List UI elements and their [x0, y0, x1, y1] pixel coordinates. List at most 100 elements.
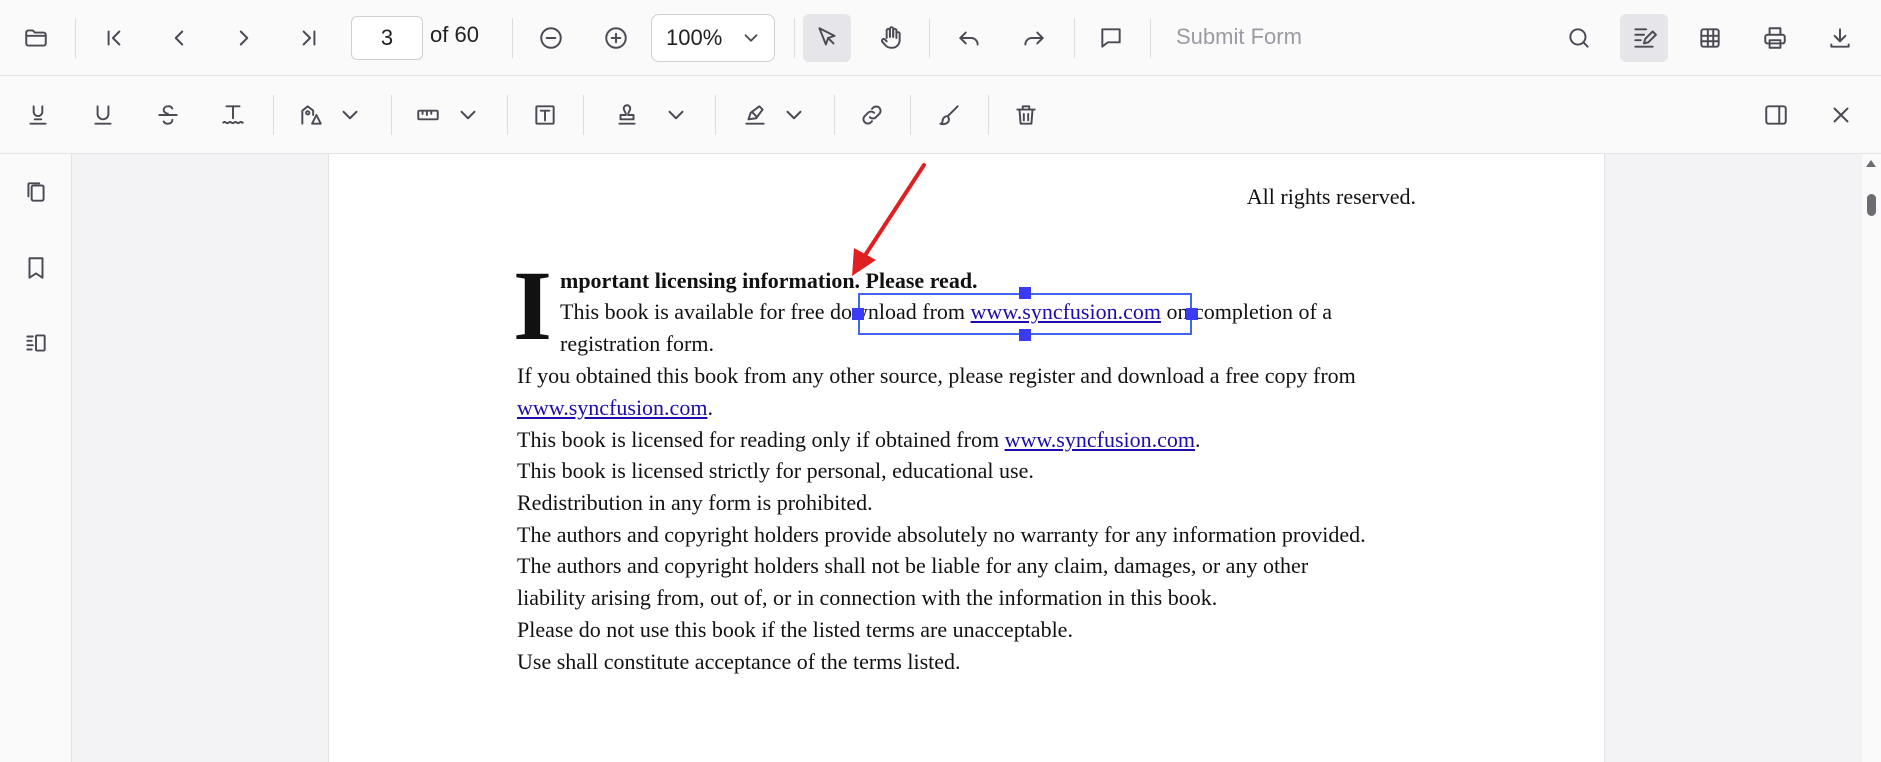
- redo-button[interactable]: [1010, 14, 1058, 62]
- zoom-out-button[interactable]: [527, 14, 575, 62]
- pdf-page[interactable]: All rights reserved. I mportant licensin…: [328, 154, 1605, 762]
- page-count-label: of 60: [430, 22, 479, 47]
- last-page-button[interactable]: [285, 14, 333, 62]
- pan-tool-button[interactable]: [867, 14, 915, 62]
- chevron-down-icon: [740, 27, 762, 55]
- first-page-button[interactable]: [90, 14, 138, 62]
- measure-tool-button[interactable]: [404, 91, 452, 139]
- panel-icon: [1765, 104, 1787, 125]
- resize-handle-bottom[interactable]: [1019, 329, 1031, 341]
- zoom-out-icon: [540, 26, 562, 49]
- separator: [794, 17, 795, 58]
- ink-button[interactable]: [925, 91, 973, 139]
- organize-pages-icon: [26, 334, 46, 352]
- undo-button[interactable]: [945, 14, 993, 62]
- paragraph-line: If you obtained this book from any other…: [517, 363, 1356, 388]
- delete-button[interactable]: [1002, 91, 1050, 139]
- drop-cap: I: [513, 250, 552, 361]
- squiggly-button[interactable]: [209, 91, 257, 139]
- free-text-button[interactable]: [521, 91, 569, 139]
- navigation-sidebar: [0, 154, 72, 762]
- squiggly-icon: [222, 104, 244, 124]
- paragraph-line: registration form.: [560, 331, 714, 356]
- bookmarks-button[interactable]: [12, 244, 60, 292]
- syncfusion-link[interactable]: www.syncfusion.com: [1005, 427, 1195, 452]
- ruler-icon: [417, 109, 439, 120]
- signature-dropdown[interactable]: [772, 91, 816, 139]
- chevron-down-icon: [342, 110, 358, 119]
- close-icon: [1833, 107, 1849, 122]
- search-button[interactable]: [1555, 14, 1603, 62]
- separator: [834, 94, 835, 135]
- brush-icon: [939, 104, 959, 125]
- annotation-icon: [1634, 27, 1657, 48]
- paragraph-line: www.syncfusion.com.: [517, 395, 713, 421]
- trash-icon: [1016, 104, 1036, 125]
- folder-icon: [25, 28, 47, 47]
- scrollbar-thumb[interactable]: [1867, 194, 1876, 216]
- stamp-dropdown[interactable]: [654, 91, 698, 139]
- previous-page-icon: [174, 30, 184, 45]
- page-thumbnails-button[interactable]: [12, 168, 60, 216]
- first-page-icon: [107, 30, 121, 45]
- comment-icon: [1101, 27, 1121, 48]
- organize-pages-button[interactable]: [12, 319, 60, 367]
- stamp-icon: [618, 103, 636, 125]
- strikethrough-button[interactable]: [144, 91, 192, 139]
- annotation-toolbar: [0, 76, 1881, 154]
- open-file-button[interactable]: [12, 14, 60, 62]
- separator: [273, 94, 274, 135]
- separator: [75, 17, 76, 58]
- resize-handle-top[interactable]: [1019, 287, 1031, 299]
- separator: [583, 94, 584, 135]
- resize-handle-right[interactable]: [1186, 308, 1198, 320]
- text-run: .: [1195, 427, 1201, 452]
- zoom-dropdown[interactable]: 100%: [651, 14, 775, 62]
- submit-form-button[interactable]: Submit Form: [1176, 24, 1302, 50]
- next-page-button[interactable]: [220, 14, 268, 62]
- link-button[interactable]: [848, 91, 896, 139]
- download-button[interactable]: [1816, 14, 1864, 62]
- print-button[interactable]: [1751, 14, 1799, 62]
- close-toolbar-button[interactable]: [1817, 91, 1865, 139]
- syncfusion-link[interactable]: www.syncfusion.com: [517, 395, 707, 420]
- scroll-up-arrow-icon[interactable]: [1866, 160, 1876, 167]
- document-viewer[interactable]: All rights reserved. I mportant licensin…: [72, 154, 1862, 762]
- main-toolbar: of 60 100% Submit Form: [0, 0, 1881, 76]
- underline-button[interactable]: [79, 91, 127, 139]
- undo-icon: [959, 31, 979, 45]
- paragraph-line: liability arising from, out of, or in co…: [517, 585, 1218, 610]
- text-box-icon: [535, 104, 555, 125]
- zoom-in-icon: [605, 26, 627, 49]
- previous-page-button[interactable]: [155, 14, 203, 62]
- separator: [988, 94, 989, 135]
- measure-dropdown[interactable]: [446, 91, 490, 139]
- zoom-in-button[interactable]: [592, 14, 640, 62]
- resize-handle-left[interactable]: [852, 308, 864, 320]
- paragraph-line: This book is licensed for reading only i…: [517, 427, 1201, 453]
- paragraph-line: The authors and copyright holders provid…: [517, 522, 1366, 547]
- properties-panel-button[interactable]: [1752, 91, 1800, 139]
- annotation-toggle-button[interactable]: [1620, 13, 1668, 62]
- comment-button[interactable]: [1087, 14, 1135, 62]
- shapes-icon: [301, 104, 322, 125]
- separator: [1150, 17, 1151, 58]
- separator: [391, 94, 392, 135]
- form-designer-button[interactable]: [1686, 14, 1734, 62]
- underline-icon: [94, 104, 112, 125]
- text-run: This book is licensed for reading only i…: [517, 427, 1005, 452]
- stamp-button[interactable]: [603, 91, 651, 139]
- separator: [929, 17, 930, 58]
- select-tool-button[interactable]: [803, 13, 851, 62]
- highlight-button[interactable]: [14, 91, 62, 139]
- vertical-scrollbar[interactable]: [1862, 154, 1881, 762]
- print-icon: [1764, 26, 1786, 49]
- paragraph-line: Please do not use this book if the liste…: [517, 617, 1073, 642]
- last-page-icon: [302, 30, 316, 45]
- paragraph-line: This book is licensed strictly for perso…: [517, 458, 1034, 483]
- separator: [1074, 17, 1075, 58]
- shape-dropdown[interactable]: [328, 91, 372, 139]
- thumbnails-icon: [27, 182, 45, 202]
- page-number-input[interactable]: [351, 16, 423, 60]
- zoom-value: 100%: [666, 25, 723, 50]
